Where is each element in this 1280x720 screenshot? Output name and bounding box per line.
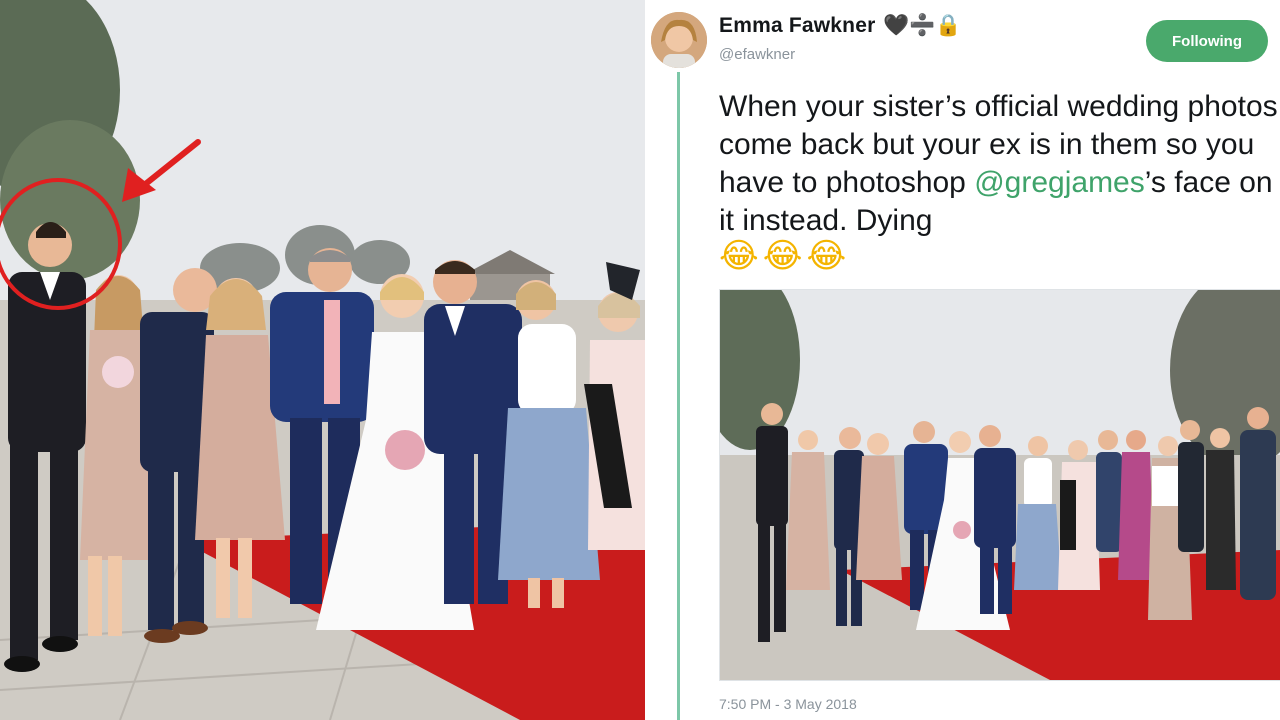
name-emoji-glyphs: 🖤➗🔒 [883, 13, 962, 37]
tweet-photo-illustration [720, 290, 1280, 680]
user-handle[interactable]: @efawkner [719, 46, 795, 63]
tweet-card: Emma Fawkner 🖤➗🔒 @efawkner Following Whe… [651, 0, 1280, 720]
crying-laughing-icon: 😂 [806, 236, 847, 276]
tweet-text: When your sister’s official wedding phot… [719, 88, 1279, 240]
tweet-timestamp[interactable]: 7:50 PM - 3 May 2018 [719, 696, 857, 712]
emoji-row: 😂 😂 😂 [719, 236, 846, 276]
avatar-image [651, 12, 707, 68]
avatar[interactable] [651, 12, 707, 68]
tweet-media-photo[interactable] [719, 289, 1280, 681]
mention-link[interactable]: @gregjames [974, 166, 1145, 199]
red-arrow-icon [122, 139, 201, 202]
display-name[interactable]: Emma Fawkner [719, 14, 875, 38]
crying-laughing-icon: 😂 [762, 236, 803, 276]
wedding-photo-left [0, 0, 645, 720]
annotation-overlay [0, 139, 201, 310]
crying-laughing-icon: 😂 [719, 236, 759, 276]
red-circle-highlight [0, 178, 122, 310]
following-button[interactable]: Following [1146, 20, 1268, 62]
thread-line [677, 72, 680, 720]
